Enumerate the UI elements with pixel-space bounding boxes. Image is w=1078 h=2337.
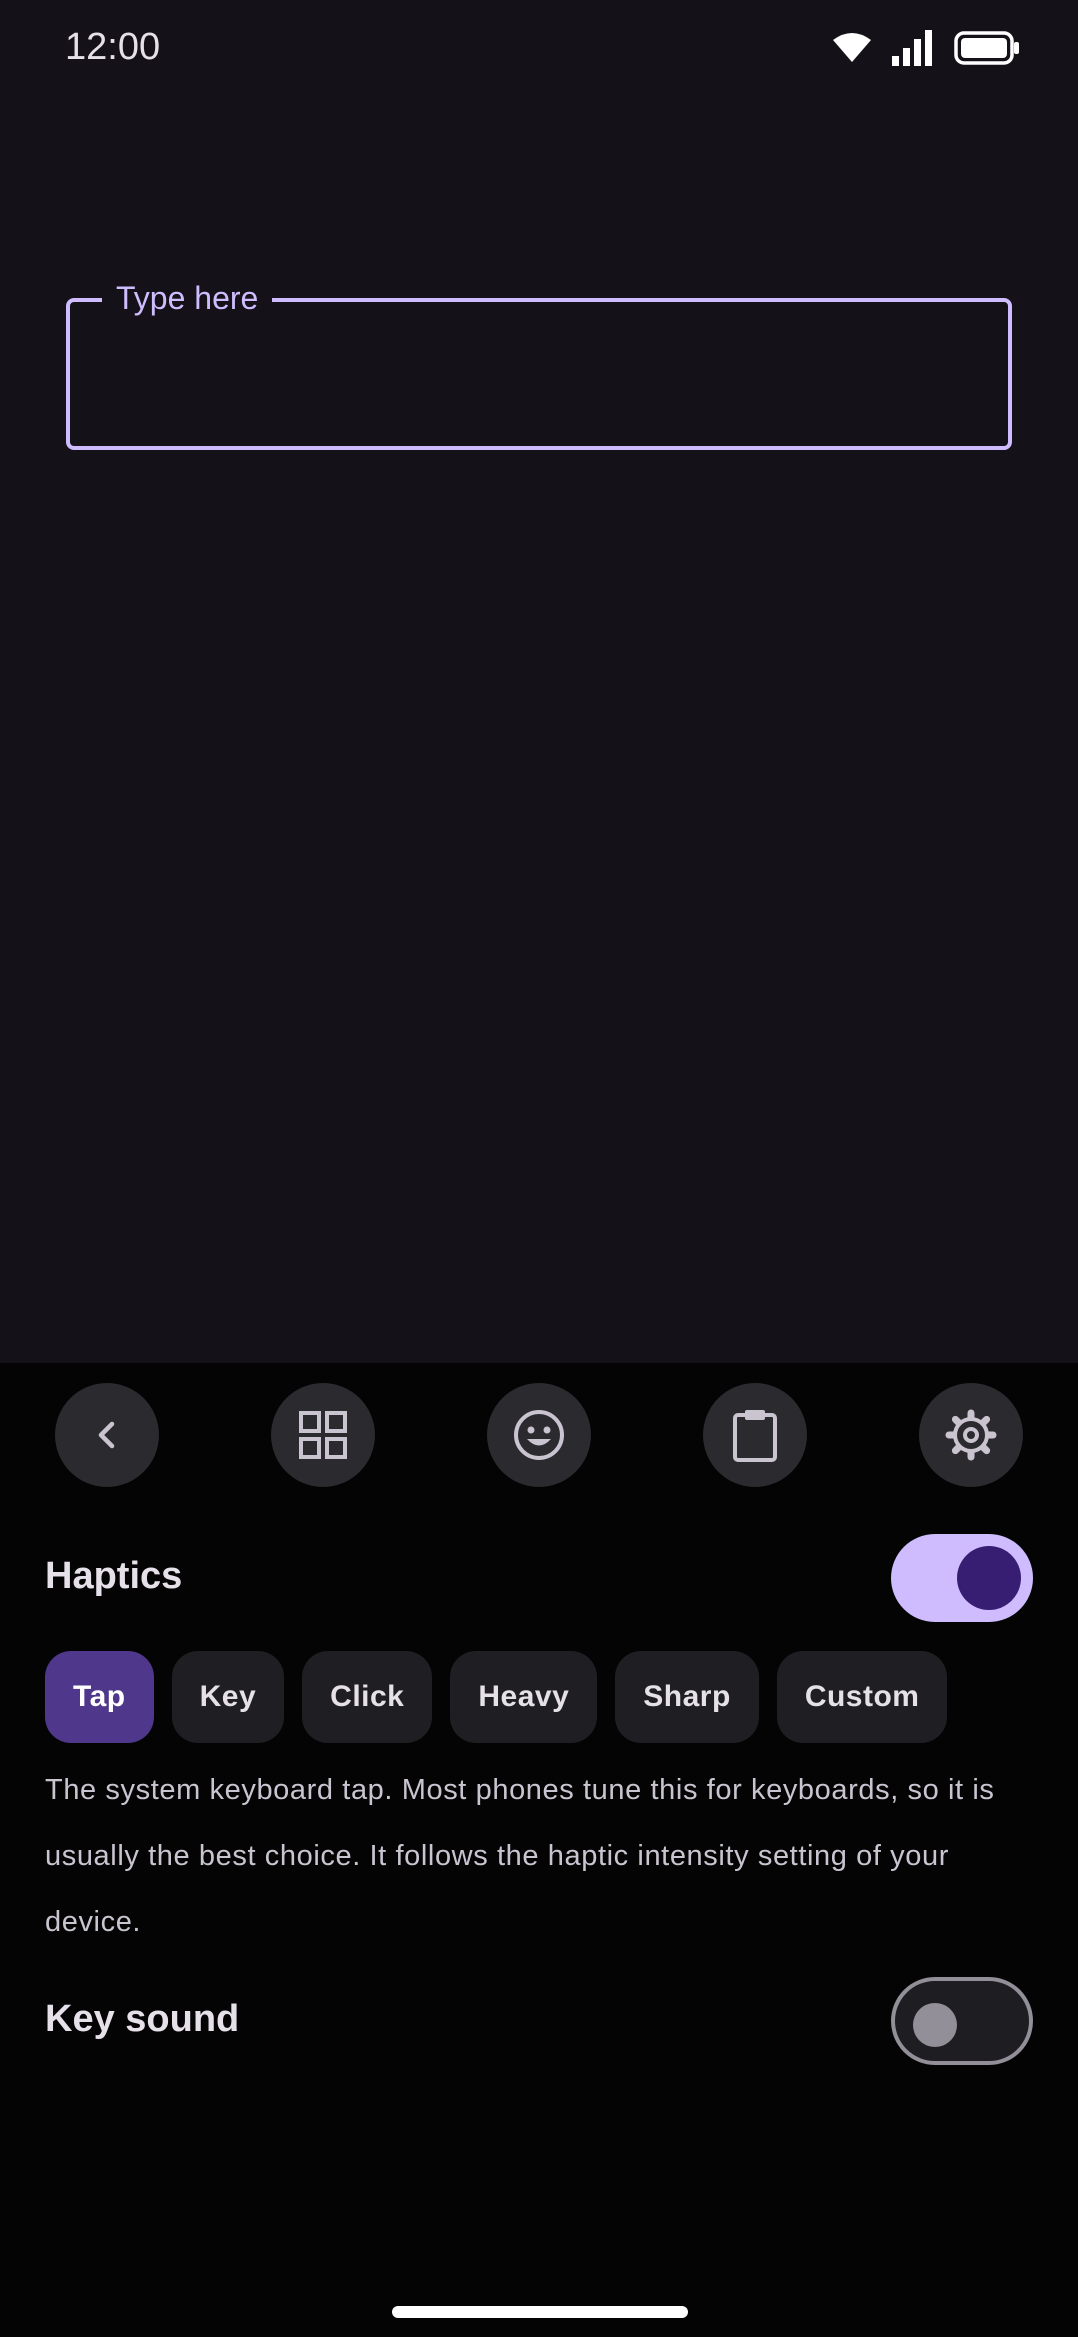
keyboard-panel: Haptics Tap Key Click Heavy Sharp Custom… [0, 1363, 1078, 2337]
status-time: 12:00 [65, 26, 161, 68]
settings-button[interactable] [919, 1383, 1023, 1487]
key-sound-switch[interactable] [891, 1977, 1033, 2065]
emoji-icon [512, 1408, 566, 1462]
text-field-container: Type here [66, 276, 1012, 450]
battery-icon [954, 31, 1020, 65]
keyboard-toolbar [0, 1383, 1078, 1487]
haptics-label: Haptics [45, 1555, 183, 1597]
haptic-option-sharp[interactable]: Sharp [615, 1651, 759, 1743]
haptic-option-click[interactable]: Click [302, 1651, 433, 1743]
haptic-option-key[interactable]: Key [171, 1651, 285, 1743]
wifi-icon [832, 32, 872, 64]
status-icons [832, 28, 1020, 68]
haptic-option-heavy[interactable]: Heavy [450, 1651, 598, 1743]
signal-icon [892, 30, 934, 66]
haptics-options: Tap Key Click Heavy Sharp Custom [45, 1651, 948, 1743]
key-sound-switch-thumb [913, 2003, 957, 2047]
grid-icon [298, 1410, 348, 1460]
haptics-description: The system keyboard tap. Most phones tun… [45, 1774, 995, 1938]
back-button[interactable] [55, 1383, 159, 1487]
gear-icon [944, 1408, 998, 1462]
text-field-label: Type here [102, 276, 273, 320]
haptic-option-custom[interactable]: Custom [776, 1651, 948, 1743]
clipboard-button[interactable] [703, 1383, 807, 1487]
haptics-switch[interactable] [891, 1534, 1033, 1622]
emoji-button[interactable] [487, 1383, 591, 1487]
status-bar: 12:00 [0, 0, 1078, 96]
key-sound-label: Key sound [45, 1998, 240, 2040]
haptics-switch-thumb [957, 1546, 1021, 1610]
clipboard-icon [731, 1407, 779, 1463]
chevron-left-icon [87, 1415, 127, 1455]
home-indicator[interactable] [392, 2306, 688, 2318]
layout-button[interactable] [271, 1383, 375, 1487]
text-input[interactable] [70, 302, 1008, 446]
haptic-option-tap[interactable]: Tap [45, 1651, 154, 1743]
